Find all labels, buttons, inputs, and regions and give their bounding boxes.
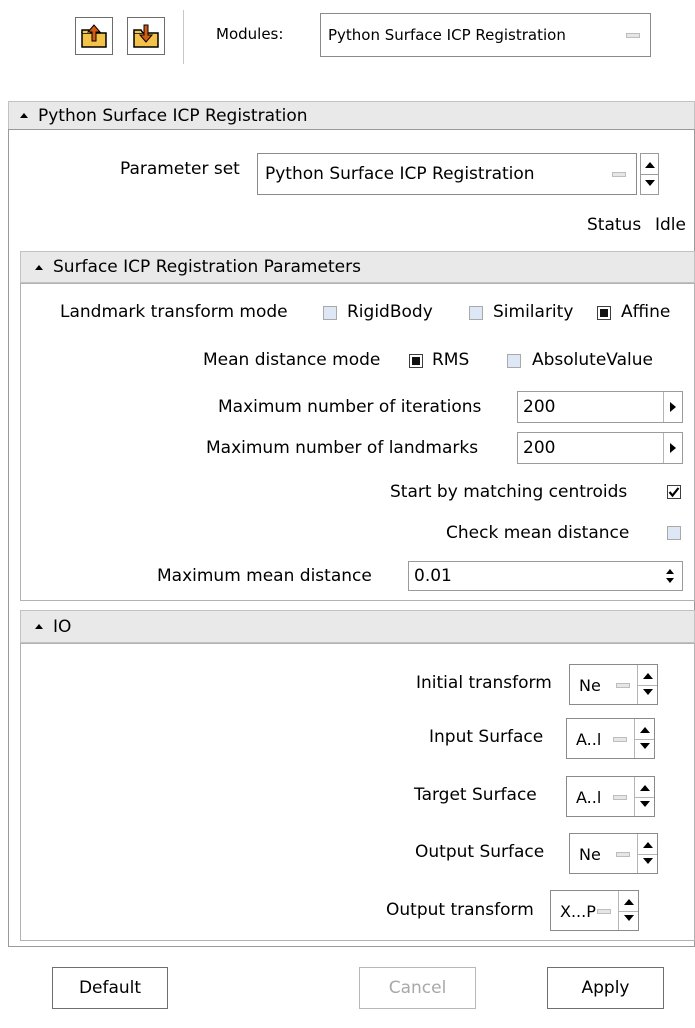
dropdown-indicator-icon <box>613 737 627 742</box>
save-module-button[interactable] <box>127 17 165 55</box>
affine-checkbox[interactable] <box>597 306 611 320</box>
collapse-icon <box>35 264 43 270</box>
spin-up-icon <box>666 569 674 574</box>
dropdown-indicator-icon <box>626 33 640 38</box>
input-surface-label: Input Surface <box>429 727 544 747</box>
max-landmarks-field[interactable]: 200 <box>517 432 683 464</box>
dropdown-indicator-icon <box>616 683 630 688</box>
check-mean-distance-checkbox[interactable] <box>667 526 681 540</box>
dropdown-indicator-icon <box>597 909 611 914</box>
spin-down-icon <box>640 801 650 807</box>
parameter-set-label: Parameter set <box>120 159 240 179</box>
dropdown-indicator-icon <box>616 852 630 857</box>
input-surface-select[interactable]: A..l <box>566 718 655 759</box>
collapse-icon <box>35 624 43 629</box>
spin-up-icon <box>645 162 655 168</box>
status-label: Status <box>587 215 642 235</box>
spin-up-icon <box>643 842 653 848</box>
dropdown-indicator-icon <box>613 795 627 800</box>
rms-checkbox[interactable] <box>409 354 423 368</box>
max-landmarks-value: 200 <box>523 438 556 458</box>
similarity-checkbox[interactable] <box>469 306 483 320</box>
modules-label: Modules: <box>216 25 284 43</box>
folder-up-icon <box>80 22 108 50</box>
output-surface-select[interactable]: Ne <box>569 833 658 874</box>
landmark-mode-label: Landmark transform mode <box>60 302 288 322</box>
output-transform-select[interactable]: X...P <box>550 890 639 931</box>
modules-select-value: Python Surface ICP Registration <box>328 26 566 44</box>
initial-transform-value: Ne <box>579 676 601 695</box>
max-iterations-label: Maximum number of iterations <box>218 397 482 417</box>
absolutevalue-checkbox[interactable] <box>507 354 521 368</box>
checkmark-icon <box>668 487 680 498</box>
default-button[interactable]: Default <box>52 967 168 1009</box>
spin-up-icon <box>643 673 653 679</box>
initial-transform-label: Initial transform <box>416 673 552 693</box>
absolutevalue-label: AbsoluteValue <box>532 350 653 370</box>
max-landmarks-arrow-button[interactable] <box>663 433 682 463</box>
parameter-set-spinner[interactable] <box>640 153 659 195</box>
max-iterations-field[interactable]: 200 <box>517 391 683 423</box>
rigidbody-checkbox[interactable] <box>323 306 337 320</box>
output-transform-label: Output transform <box>386 900 534 920</box>
max-iterations-value: 200 <box>523 397 556 417</box>
folder-down-icon <box>132 22 160 50</box>
max-mean-distance-field[interactable]: 0.01 <box>408 561 683 591</box>
target-surface-label: Target Surface <box>414 785 537 805</box>
mean-distance-mode-label: Mean distance mode <box>203 350 381 370</box>
rigidbody-label: RigidBody <box>347 302 433 322</box>
toolbar-separator <box>183 10 184 64</box>
spin-up-icon <box>624 899 634 905</box>
spin-up-icon <box>640 785 650 791</box>
spin-down-icon <box>666 578 674 583</box>
similarity-label: Similarity <box>493 302 574 322</box>
cancel-button[interactable]: Cancel <box>359 967 476 1009</box>
arrow-right-icon <box>670 402 676 412</box>
module-section-title: Python Surface ICP Registration <box>38 105 308 126</box>
load-module-button[interactable] <box>75 17 113 55</box>
max-landmarks-label: Maximum number of landmarks <box>206 438 479 458</box>
spin-down-icon <box>643 689 653 695</box>
rms-label: RMS <box>432 350 470 370</box>
module-section-header[interactable]: Python Surface ICP Registration <box>8 101 695 130</box>
input-surface-value: A..l <box>576 730 602 749</box>
output-surface-value: Ne <box>579 845 601 864</box>
target-surface-select[interactable]: A..l <box>566 776 655 817</box>
output-surface-label: Output Surface <box>415 842 545 862</box>
spin-up-icon <box>640 727 650 733</box>
apply-button[interactable]: Apply <box>547 967 664 1009</box>
check-mean-distance-label: Check mean distance <box>446 523 630 543</box>
params-section-title: Surface ICP Registration Parameters <box>53 257 361 277</box>
io-section-header[interactable]: IO <box>20 610 695 643</box>
spin-down-icon <box>640 743 650 749</box>
params-section-header[interactable]: Surface ICP Registration Parameters <box>20 251 695 283</box>
max-mean-distance-value: 0.01 <box>414 566 452 586</box>
modules-select[interactable]: Python Surface ICP Registration <box>320 13 651 57</box>
initial-transform-select[interactable]: Ne <box>569 664 658 705</box>
max-mean-distance-spinner[interactable] <box>666 566 676 586</box>
output-transform-value: X...P <box>560 902 596 921</box>
max-mean-distance-label: Maximum mean distance <box>157 566 372 586</box>
max-iterations-arrow-button[interactable] <box>663 392 682 422</box>
spin-down-icon <box>624 915 634 921</box>
status-value: Idle <box>655 215 686 235</box>
matching-centroids-label: Start by matching centroids <box>390 482 628 502</box>
parameter-set-value: Python Surface ICP Registration <box>265 164 535 184</box>
dropdown-indicator-icon <box>612 172 626 177</box>
spin-down-icon <box>643 858 653 864</box>
collapse-icon <box>20 113 28 118</box>
target-surface-value: A..l <box>576 788 602 807</box>
affine-label: Affine <box>621 302 671 322</box>
matching-centroids-checkbox[interactable] <box>667 485 681 499</box>
spin-down-icon <box>645 180 655 186</box>
io-section-title: IO <box>53 616 72 637</box>
parameter-set-select[interactable]: Python Surface ICP Registration <box>257 153 637 195</box>
arrow-right-icon <box>670 443 676 453</box>
